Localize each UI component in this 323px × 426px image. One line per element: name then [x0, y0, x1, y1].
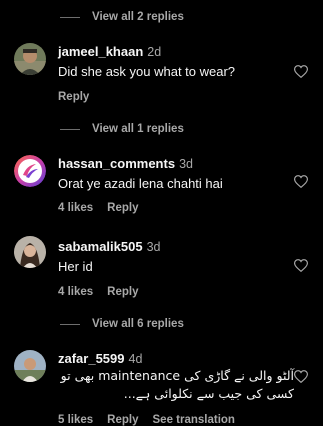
avatar[interactable] — [14, 43, 46, 75]
comment-header: zafar_5599 4d — [58, 351, 142, 366]
view-replies-toggle[interactable]: View all 2 replies — [60, 11, 184, 23]
reply-button[interactable]: Reply — [58, 91, 89, 103]
avatar[interactable] — [14, 236, 46, 268]
heart-outline-icon[interactable] — [293, 370, 309, 384]
username[interactable]: jameel_khaan — [58, 44, 143, 59]
comment-actions: 4 likes Reply — [58, 202, 139, 214]
reply-button[interactable]: Reply — [107, 202, 138, 214]
username[interactable]: zafar_5599 — [58, 351, 125, 366]
comment-text: آلٹو والی نے گاڑی کی maintenance بھی تو … — [60, 368, 294, 401]
comment-actions: 5 likes Reply See translation — [58, 414, 235, 426]
avatar[interactable] — [14, 350, 46, 382]
reply-thread-line — [60, 323, 80, 325]
like-count[interactable]: 4 likes — [58, 202, 93, 214]
comment-header: hassan_comments 3d — [58, 156, 193, 171]
reply-button[interactable]: Reply — [107, 286, 138, 298]
timestamp: 4d — [128, 352, 143, 366]
reply-thread-line — [60, 16, 80, 18]
heart-outline-icon[interactable] — [293, 65, 309, 79]
username[interactable]: sabamalik505 — [58, 239, 143, 254]
heart-outline-icon[interactable] — [293, 175, 309, 189]
like-count[interactable]: 4 likes — [58, 286, 93, 298]
reply-button[interactable]: Reply — [107, 414, 138, 426]
timestamp: 3d — [179, 157, 193, 171]
comment-actions: 4 likes Reply — [58, 286, 139, 298]
view-replies-toggle[interactable]: View all 1 replies — [60, 123, 184, 135]
view-replies-label: View all 6 replies — [92, 318, 184, 330]
comment-text: Orat ye azadi lena chahti hai — [58, 176, 223, 191]
comment-header: jameel_khaan 2d — [58, 44, 161, 59]
comment-text: Did she ask you what to wear? — [58, 64, 236, 79]
view-replies-label: View all 2 replies — [92, 11, 184, 23]
comment-actions: Reply — [58, 91, 89, 103]
timestamp: 3d — [146, 240, 161, 254]
comment-text: Her id — [58, 259, 93, 274]
username[interactable]: hassan_comments — [58, 156, 175, 171]
timestamp: 2d — [147, 45, 162, 59]
avatar[interactable] — [14, 155, 46, 187]
reply-thread-line — [60, 128, 80, 130]
like-count[interactable]: 5 likes — [58, 414, 93, 426]
view-replies-toggle[interactable]: View all 6 replies — [60, 318, 184, 330]
comment-header: sabamalik505 3d — [58, 239, 160, 254]
heart-outline-icon[interactable] — [293, 259, 309, 273]
view-replies-label: View all 1 replies — [92, 123, 184, 135]
see-translation-link[interactable]: See translation — [153, 414, 235, 426]
